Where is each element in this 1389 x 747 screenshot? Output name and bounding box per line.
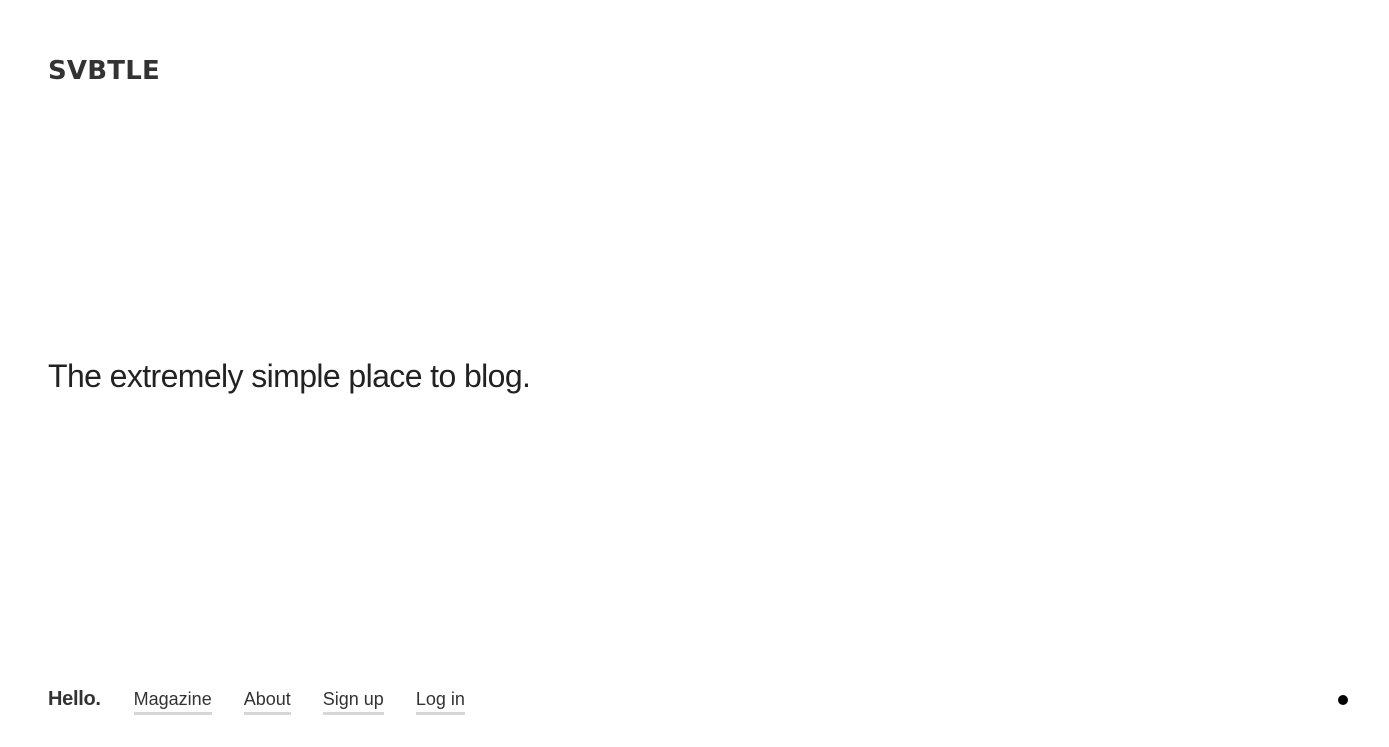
dot-icon[interactable] <box>1338 695 1348 705</box>
logo[interactable]: SVBTLE <box>48 56 160 86</box>
nav-link-about[interactable]: About <box>243 686 291 715</box>
nav-link-sign-up[interactable]: Sign up <box>322 686 384 715</box>
nav-link-magazine[interactable]: Magazine <box>133 686 212 715</box>
greeting: Hello. <box>48 688 101 710</box>
tagline: The extremely simple place to blog. <box>48 358 531 394</box>
footer-nav: Hello. Magazine About Sign up Log in <box>48 686 497 716</box>
nav-link-log-in[interactable]: Log in <box>415 686 465 715</box>
